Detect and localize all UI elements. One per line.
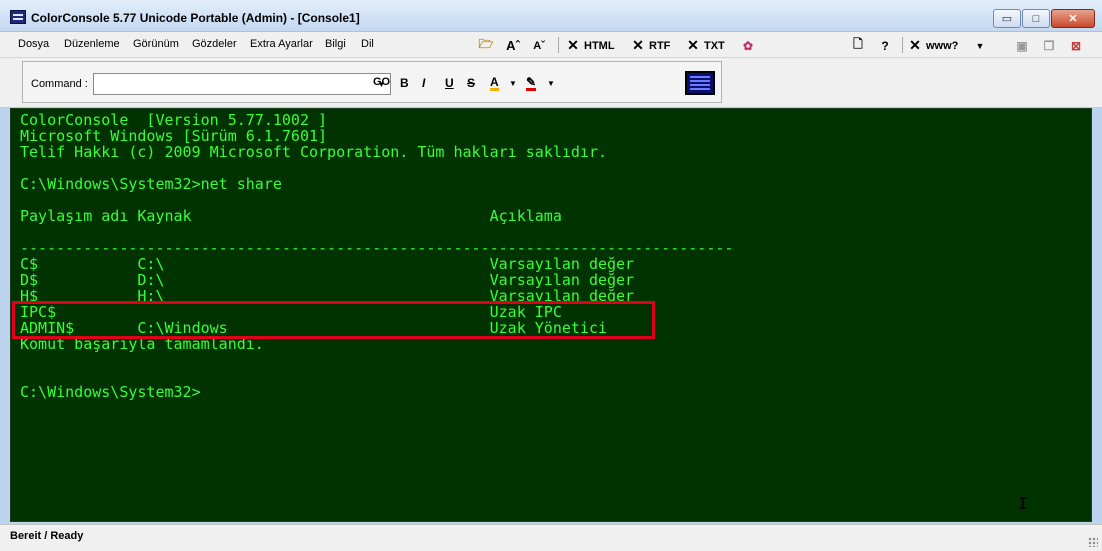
command-input[interactable] — [93, 73, 391, 95]
palette-icon: ✿ — [742, 38, 754, 53]
console-line: Paylaşım adı Kaynak Açıklama — [20, 207, 562, 225]
maximize-button[interactable]: □ — [1022, 9, 1050, 28]
help-button[interactable]: ? — [877, 37, 893, 54]
font-increase-button[interactable]: Aˆ — [505, 37, 521, 54]
console-line: D$ D:\ Varsayılan değer — [20, 271, 635, 289]
font-color-button[interactable]: A — [490, 76, 499, 91]
console-line: C:\Windows\System32>net share — [20, 175, 282, 193]
console-output[interactable]: ColorConsole [Version 5.77.1002 ] Micros… — [10, 108, 1092, 522]
command-bar: Command : ▼ GO B I U S A ▼ ✎ ▼ — [0, 58, 1102, 108]
export-rtf-icon: ✕ — [632, 37, 644, 53]
menu-gorunum[interactable]: Görünüm — [133, 38, 179, 50]
new-document-button[interactable]: 🗋 — [850, 37, 866, 54]
go-button[interactable]: GO — [373, 76, 390, 88]
close-tab-icon: ▣ — [1016, 38, 1028, 53]
close-icon: ✕ — [1068, 13, 1078, 25]
toolbar-separator — [902, 37, 903, 53]
highlight-color-dropdown[interactable]: ▼ — [547, 79, 555, 88]
web-label: www? — [926, 39, 959, 52]
console-line: ColorConsole [Version 5.77.1002 ] — [20, 111, 328, 129]
status-bar: Bereit / Ready — [0, 524, 1102, 551]
open-folder-button[interactable]: 🗁 — [478, 37, 494, 54]
export-rtf-button[interactable]: ✕ RTF — [630, 37, 670, 54]
open-folder-icon: 🗁 — [478, 37, 494, 51]
menu-gozdeler[interactable]: Gözdeler — [192, 38, 237, 50]
app-icon[interactable] — [10, 10, 26, 24]
console-line: Microsoft Windows [Sürüm 6.1.7601] — [20, 127, 328, 145]
highlight-color-button[interactable]: ✎ — [526, 75, 537, 91]
export-txt-label: TXT — [704, 39, 725, 52]
minimize-button[interactable]: ▭ — [993, 9, 1021, 28]
text-cursor-icon: Ι — [1018, 494, 1028, 513]
menu-bar: Dosya Düzenleme Görünüm Gözdeler Extra A… — [0, 32, 1102, 58]
menu-bilgi[interactable]: Bilgi — [325, 38, 346, 50]
export-txt-icon: ✕ — [687, 37, 699, 53]
bold-button[interactable]: B — [400, 76, 409, 90]
web-icon: ✕ — [909, 37, 921, 53]
maximize-icon: □ — [1032, 12, 1040, 25]
highlight-box — [12, 301, 655, 339]
duplicate-tab-button[interactable]: ❐ — [1041, 37, 1057, 54]
palette-button[interactable]: ✿ — [740, 37, 756, 54]
title-bar[interactable]: ColorConsole 5.77 Unicode Portable (Admi… — [0, 0, 1102, 32]
export-html-icon: ✕ — [567, 37, 579, 53]
dropdown-icon: ▼ — [975, 40, 985, 51]
console-line: C:\Windows\System32> — [20, 383, 201, 401]
pen-icon: ✎ — [526, 75, 537, 89]
menu-dosya[interactable]: Dosya — [18, 38, 49, 50]
font-color-dropdown[interactable]: ▼ — [509, 79, 517, 88]
menu-extra-ayarlar[interactable]: Extra Ayarlar — [250, 38, 313, 50]
close-button[interactable]: ✕ — [1051, 9, 1095, 28]
toolbar-separator — [558, 37, 559, 53]
menu-duzenleme[interactable]: Düzenleme — [64, 38, 120, 50]
web-button[interactable]: ✕ www? — [907, 37, 958, 54]
minimize-icon: ▭ — [1001, 13, 1013, 25]
menu-dil[interactable]: Dil — [361, 38, 374, 50]
help-icon: ? — [881, 38, 889, 53]
export-txt-button[interactable]: ✕ TXT — [685, 37, 725, 54]
export-html-label: HTML — [584, 39, 615, 52]
console-line: C$ C:\ Varsayılan değer — [20, 255, 635, 273]
command-label: Command : — [31, 78, 88, 90]
resize-grip-icon[interactable] — [1088, 537, 1098, 547]
italic-button[interactable]: I — [422, 76, 425, 90]
export-html-button[interactable]: ✕ HTML — [565, 37, 615, 54]
font-decrease-button[interactable]: Aˇ — [531, 37, 547, 54]
close-tab-button[interactable]: ▣ — [1014, 37, 1030, 54]
command-panel: Command : ▼ GO B I U S A ▼ ✎ ▼ — [22, 61, 722, 103]
window-title: ColorConsole 5.77 Unicode Portable (Admi… — [31, 11, 360, 25]
new-document-icon: 🗋 — [853, 37, 863, 51]
remove-tab-button[interactable]: ⊠ — [1068, 37, 1084, 54]
export-rtf-label: RTF — [649, 39, 671, 52]
app-window: ColorConsole 5.77 Unicode Portable (Admi… — [0, 0, 1102, 551]
web-dropdown-button[interactable]: ▼ — [972, 37, 988, 54]
duplicate-tab-icon: ❐ — [1043, 38, 1055, 53]
font-decrease-icon: Aˇ — [533, 39, 545, 52]
console-preview-icon[interactable] — [685, 71, 715, 95]
remove-tab-icon: ⊠ — [1070, 38, 1082, 53]
strikethrough-button[interactable]: S — [467, 76, 475, 90]
font-increase-icon: Aˆ — [506, 38, 520, 53]
underline-button[interactable]: U — [445, 76, 454, 90]
console-line: Telif Hakkı (c) 2009 Microsoft Corporati… — [20, 143, 607, 161]
status-text: Bereit / Ready — [10, 530, 84, 542]
console-line: ----------------------------------------… — [20, 239, 734, 257]
